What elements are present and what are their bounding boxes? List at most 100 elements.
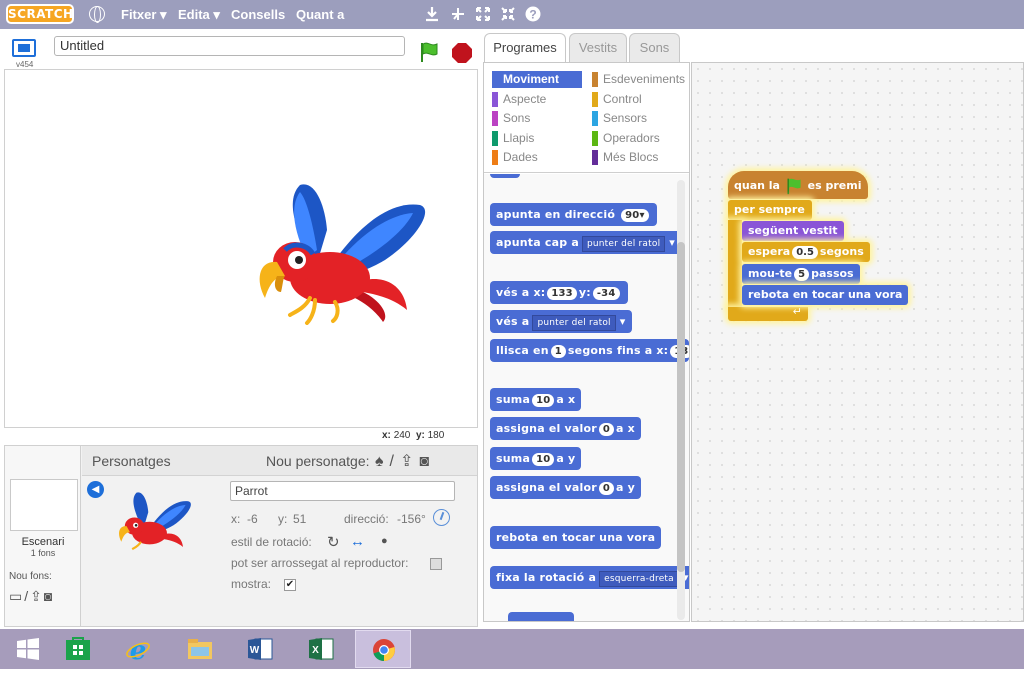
script-forever[interactable]: per sempre [728, 200, 812, 220]
upload-sprite-icon[interactable]: ⇪ [400, 453, 419, 470]
camera-sprite-icon[interactable]: ◙ [419, 453, 435, 470]
category-control[interactable]: Control [592, 91, 687, 108]
script-next-costume[interactable]: següent vestit [742, 221, 844, 241]
rotation-style-label: estil de rotació: [231, 535, 312, 549]
stage-header: v454 Untitled [4, 33, 478, 69]
palette-block-partial[interactable] [490, 174, 520, 178]
bottom-strip [0, 669, 1024, 677]
left-right-icon[interactable]: ↔ [350, 533, 365, 550]
sprite-y-value: 51 [293, 512, 307, 526]
svg-text:X: X [312, 645, 319, 656]
tab-scripts[interactable]: Programes [484, 33, 566, 63]
menu-about[interactable]: Quant a [296, 7, 344, 22]
block-set-rotation-style[interactable]: fixa la rotació a esquerra-dreta ▾ [490, 566, 689, 589]
category-events[interactable]: Esdeveniments [592, 71, 687, 88]
duplicate-icon[interactable] [424, 6, 440, 22]
stage-thumbnail[interactable] [10, 479, 78, 531]
loop-arrow-icon: ↵ [792, 306, 802, 318]
rotate-all-around-icon[interactable]: ↻ [327, 533, 340, 551]
category-sound[interactable]: Sons [492, 110, 582, 127]
block-point-towards[interactable]: apunta cap a punter del ratol ▾ [490, 231, 682, 254]
menu-tips[interactable]: Consells [231, 7, 285, 22]
script-move[interactable]: mou-te 5 passos [742, 264, 860, 284]
upload-backdrop-icon[interactable]: ⇪ [30, 588, 44, 604]
category-operators[interactable]: Operadors [592, 130, 687, 147]
file-explorer-icon [188, 639, 212, 659]
stage-canvas[interactable] [4, 69, 478, 428]
block-glide[interactable]: llisca en1segons fins a x:13 [490, 339, 689, 362]
presentation-mode-button[interactable] [12, 39, 36, 57]
block-list: apunta en direcció 90▾ apunta cap a punte… [484, 174, 689, 621]
script-wait[interactable]: espera 0.5 segons [742, 242, 870, 262]
block-set-y[interactable]: assigna el valor 0 a y [490, 476, 642, 499]
block-change-y[interactable]: suma 10 a y [490, 447, 582, 470]
category-motion[interactable]: Moviment [492, 71, 582, 88]
category-sensing[interactable]: Sensors [592, 110, 687, 127]
green-flag-icon[interactable] [418, 41, 440, 63]
sprite-panel: Escenari 1 fons Nou fons: ▭/⇪◙ Personatg… [4, 445, 478, 627]
dont-rotate-icon[interactable]: ● [381, 535, 388, 547]
category-pen[interactable]: Llapis [492, 130, 582, 147]
sprite-info-collapse-icon[interactable]: ◀ [87, 481, 104, 498]
language-globe-icon[interactable] [89, 6, 105, 23]
menu-bar: SCRATCH Fitxer ▾ Edita ▾ Consells Quant … [0, 0, 1024, 29]
block-set-x[interactable]: assigna el valor 0 a x [490, 417, 641, 440]
svg-text:?: ? [529, 8, 536, 22]
tab-sounds[interactable]: Sons [629, 33, 680, 62]
block-bounce[interactable]: rebota en tocar una vora [490, 526, 662, 549]
direction-dial-icon[interactable] [433, 509, 450, 526]
sprite-name-input[interactable]: Parrot [230, 481, 455, 501]
camera-backdrop-icon[interactable]: ◙ [44, 588, 54, 604]
taskbar-excel[interactable]: X [293, 630, 349, 668]
sprite-library-icon[interactable]: ♠ [375, 453, 390, 470]
parrot-sprite[interactable] [255, 180, 430, 325]
parrot-thumbnail[interactable] [117, 488, 193, 556]
project-title-input[interactable]: Untitled [54, 36, 405, 56]
taskbar-word[interactable]: W [232, 630, 288, 668]
menu-file[interactable]: Fitxer ▾ [121, 7, 167, 23]
script-bounce[interactable]: rebota en tocar una vora [742, 285, 909, 305]
draggable-checkbox[interactable] [430, 558, 442, 570]
tab-costumes[interactable]: Vestits [569, 33, 627, 62]
palette-block-partial-bottom[interactable] [508, 612, 574, 621]
stop-sign-icon[interactable] [452, 43, 472, 63]
stage-column: Escenari 1 fons Nou fons: ▭/⇪◙ [5, 446, 81, 626]
shrink-icon[interactable] [500, 6, 516, 22]
block-go-to-xy[interactable]: vés a x: 133 y: -34 [490, 281, 628, 304]
category-looks[interactable]: Aspecte [492, 91, 582, 108]
new-backdrop-label: Nou fons: [9, 571, 52, 582]
block-categories: Moviment Aspecte Sons Llapis Dades Esdev… [484, 63, 689, 173]
menu-edit[interactable]: Edita ▾ [178, 7, 220, 23]
sprite-x-label: x: [231, 512, 241, 526]
help-icon[interactable]: ? [525, 6, 541, 22]
stage-label: Escenari [21, 536, 65, 548]
show-checkbox[interactable]: ✔ [284, 579, 296, 591]
store-icon [66, 637, 90, 660]
taskbar-start[interactable] [0, 630, 56, 668]
chrome-icon [373, 639, 395, 662]
draggable-label: pot ser arrossegat al reproductor: [231, 556, 409, 570]
block-change-x[interactable]: suma 10 a x [490, 388, 582, 411]
windows-start-icon [17, 638, 39, 660]
block-go-to[interactable]: vés a punter del ratol ▾ [490, 310, 632, 333]
windows-taskbar: e W X [0, 629, 1024, 669]
taskbar-store[interactable] [50, 630, 106, 668]
taskbar-explorer[interactable] [172, 630, 228, 668]
palette-scrollbar-thumb[interactable] [677, 242, 685, 572]
taskbar-chrome[interactable] [355, 630, 411, 668]
palette-scrollbar[interactable] [677, 180, 685, 620]
paint-sprite-icon[interactable]: / [390, 453, 400, 470]
script-green-flag-icon [787, 178, 801, 195]
delete-icon[interactable] [450, 6, 466, 22]
category-more-blocks[interactable]: Més Blocs [592, 149, 687, 166]
taskbar-ie[interactable]: e [110, 630, 166, 668]
block-point-in-direction[interactable]: apunta en direcció 90▾ [490, 203, 657, 226]
grow-icon[interactable] [475, 6, 491, 22]
script-forever-bottom: ↵ [728, 306, 808, 321]
scratch-logo[interactable]: SCRATCH [6, 4, 74, 24]
script-area[interactable]: quan la es premi per sempre ↵ següent ve… [691, 62, 1024, 622]
backdrop-library-icon[interactable]: ▭ [9, 588, 24, 604]
category-data[interactable]: Dades [492, 149, 582, 166]
sprites-header: Personatges Nou personatge: ♠/⇪◙ [82, 446, 477, 476]
script-when-flag-clicked[interactable]: quan la es premi [728, 171, 868, 199]
